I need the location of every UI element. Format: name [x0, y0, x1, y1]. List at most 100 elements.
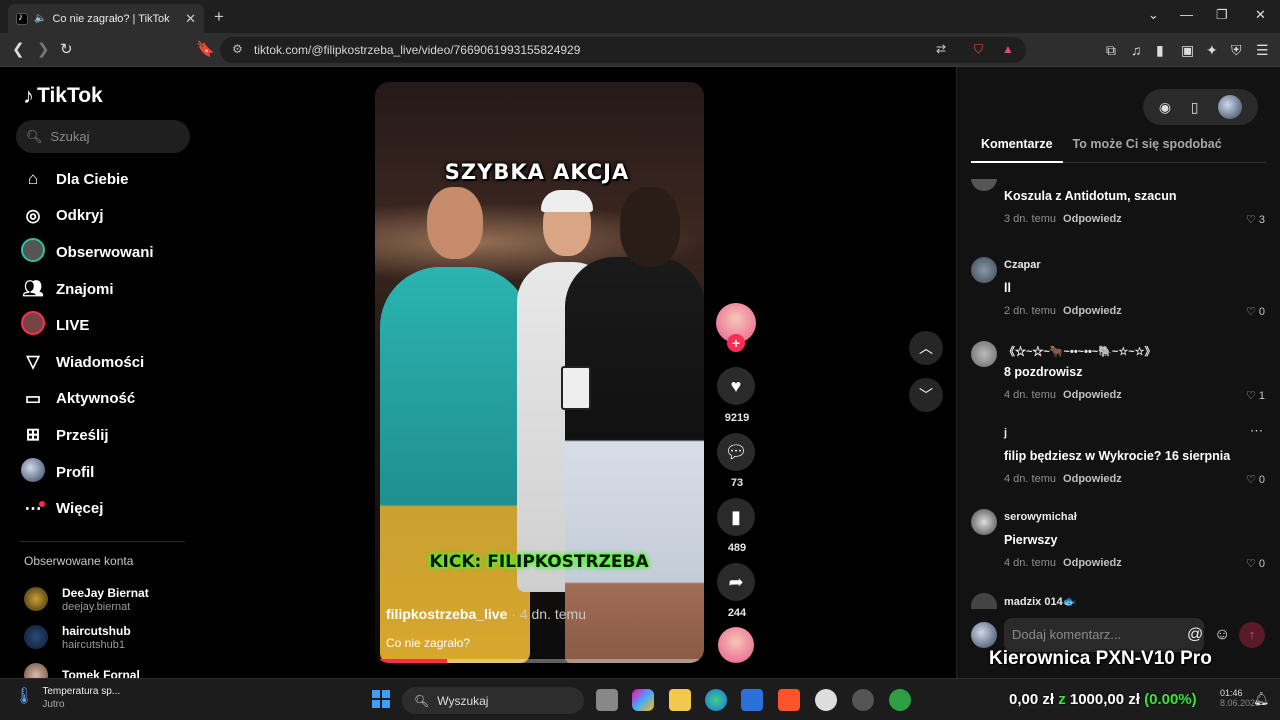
tiktok-logo[interactable]: ♪ TikTok: [23, 83, 103, 109]
media-icon[interactable]: ♫: [1131, 42, 1142, 58]
back-icon[interactable]: ❮: [12, 40, 25, 58]
comment-count: 73: [730, 477, 744, 489]
site-info-icon[interactable]: ⚙: [232, 42, 243, 56]
notification-bell-icon[interactable]: 🔔︎: [1253, 691, 1270, 707]
brave-shield-icon[interactable]: ⛉: [974, 42, 983, 57]
avatar[interactable]: [971, 509, 997, 535]
heart-outline-icon: ♡: [1245, 306, 1256, 318]
comment-user[interactable]: madzix 014🐟: [1004, 595, 1076, 608]
sidebar-item-live[interactable]: LIVE: [20, 307, 200, 344]
bookmark-icon[interactable]: 🔖: [196, 40, 215, 58]
sidebar-item-activity[interactable]: ▭ Aktywność: [20, 381, 200, 418]
emoji-icon[interactable]: ☺: [1214, 626, 1230, 644]
follow-plus-icon[interactable]: +: [727, 334, 745, 352]
wallet-icon[interactable]: ▣: [1181, 42, 1194, 59]
sidebar-item-explore[interactable]: ◎ Odkryj: [20, 198, 200, 235]
comment-like[interactable]: ♡ 3: [1246, 213, 1265, 226]
explore-icon[interactable]: ◉: [1159, 99, 1171, 116]
comment-like[interactable]: ♡ 0: [1246, 473, 1265, 486]
search-input[interactable]: 🔍︎ Szukaj: [16, 120, 190, 153]
mention-icon[interactable]: @: [1187, 626, 1203, 644]
vpn-icon[interactable]: ⛨: [1231, 42, 1242, 59]
share-count: 244: [727, 607, 747, 619]
followed-account[interactable]: haircutshub haircutshub1: [24, 618, 199, 656]
comment-input[interactable]: Dodaj komentarz...: [1004, 618, 1204, 652]
reply-button[interactable]: Odpowiedz: [1063, 389, 1122, 401]
store-icon[interactable]: [741, 689, 763, 711]
tab-list-chevron-icon[interactable]: ⌄: [1148, 7, 1159, 23]
reply-button[interactable]: Odpowiedz: [1063, 305, 1122, 317]
comment-like[interactable]: ♡ 1: [1246, 389, 1265, 402]
like-button[interactable]: ♥: [717, 367, 755, 405]
avatar[interactable]: [971, 593, 997, 609]
device-icon[interactable]: ▯: [1191, 99, 1199, 116]
send-comment-button[interactable]: ↑: [1239, 622, 1265, 648]
steam-icon[interactable]: [815, 689, 837, 711]
taskbar-search[interactable]: 🔍︎ Wyszukaj: [402, 687, 584, 714]
edge-icon[interactable]: [705, 689, 727, 711]
comment-user[interactable]: Czapar: [1004, 259, 1041, 271]
task-view-icon[interactable]: [596, 689, 618, 711]
new-tab-button[interactable]: +: [214, 7, 224, 27]
comment-item: Czapar ll 2 dn. temu Odpowiedz ♡ 0: [971, 257, 1267, 337]
video-author[interactable]: filipkostrzeba_live · 4 dn. temu: [386, 606, 586, 622]
avatar[interactable]: [971, 257, 997, 283]
next-video-button[interactable]: ﹀: [909, 378, 943, 412]
tab-close-icon[interactable]: ✕: [185, 11, 196, 27]
share-button[interactable]: ➦: [717, 563, 755, 601]
reply-button[interactable]: Odpowiedz: [1063, 473, 1122, 485]
previous-video-button[interactable]: ︿: [909, 331, 943, 365]
forward-icon[interactable]: ❯: [37, 40, 50, 58]
sidebar-item-following[interactable]: Obserwowani: [20, 234, 200, 271]
browser-tab[interactable]: 🔈 Co nie zagrało? | TikTok ✕: [8, 4, 204, 33]
reply-button[interactable]: Odpowiedz: [1063, 213, 1122, 225]
file-explorer-icon[interactable]: [669, 689, 691, 711]
comment-user[interactable]: serowymichał: [1004, 511, 1077, 523]
minimize-icon[interactable]: —: [1180, 7, 1193, 22]
menu-icon[interactable]: ☰: [1256, 42, 1269, 59]
comment-like[interactable]: ♡ 0: [1246, 557, 1265, 570]
comment-button[interactable]: 💬︎: [717, 433, 755, 471]
comment-user[interactable]: j: [1004, 427, 1007, 439]
sidebar-icon[interactable]: ▮: [1156, 42, 1164, 59]
comment-like-count: 0: [1258, 558, 1265, 570]
maximize-icon[interactable]: ❐: [1216, 7, 1228, 23]
save-button[interactable]: ▮: [717, 498, 755, 536]
sidebar-item-more[interactable]: ⋯ Więcej: [20, 490, 200, 527]
start-button[interactable]: [372, 690, 390, 708]
share-icon: ➦: [728, 571, 744, 592]
followed-account[interactable]: DeeJay Biernat deejay.biernat: [24, 580, 199, 618]
sidebar-item-upload[interactable]: ⊞ Prześlij: [20, 417, 200, 454]
comment-time: 4 dn. temu: [1004, 389, 1056, 401]
reload-icon[interactable]: ↻: [60, 40, 73, 58]
ai-assistant-icon[interactable]: ✦: [1206, 42, 1218, 59]
profile-avatar[interactable]: [1218, 95, 1243, 119]
translate-icon[interactable]: ⇄: [936, 42, 946, 56]
sidebar-item-friends[interactable]: 👥︎ Znajomi: [20, 271, 200, 308]
tab-suggested[interactable]: To może Ci się spodobać: [1063, 137, 1232, 163]
brave-rewards-icon[interactable]: ▲: [1002, 42, 1014, 56]
chatgpt-icon[interactable]: [852, 689, 874, 711]
address-bar[interactable]: ⚙ tiktok.com/@filipkostrzeba_live/video/…: [220, 37, 1026, 63]
avatar[interactable]: [971, 341, 997, 367]
avatar[interactable]: [971, 425, 997, 451]
weather-widget[interactable]: 🌡︎ Temperatura sp... Jutro: [14, 686, 120, 710]
comment-time: 3 dn. temu: [1004, 213, 1056, 225]
video-progress-bar[interactable]: [375, 659, 704, 663]
sidebar-item-for-you[interactable]: ⌂ Dla Ciebie: [20, 161, 200, 198]
extensions-icon[interactable]: ⧉: [1106, 42, 1116, 59]
xbox-icon[interactable]: [889, 689, 911, 711]
brave-icon[interactable]: [778, 689, 800, 711]
window-close-icon[interactable]: ✕: [1255, 7, 1266, 23]
sidebar-item-messages[interactable]: ▽ Wiadomości: [20, 344, 200, 381]
video-player[interactable]: SZYBKA AKCJA KICK: FILIPKOSTRZEBA filipk…: [375, 82, 704, 663]
sound-avatar[interactable]: [718, 627, 754, 663]
avatar[interactable]: [971, 179, 997, 191]
comment-user[interactable]: 《☆~☆~🐂~••~••~🐘~☆~☆》: [1004, 343, 1156, 359]
tab-comments[interactable]: Komentarze: [971, 137, 1063, 163]
sidebar-item-profile[interactable]: Profil: [20, 454, 200, 491]
reply-button[interactable]: Odpowiedz: [1063, 557, 1122, 569]
copilot-icon[interactable]: [632, 689, 654, 711]
comment-like[interactable]: ♡ 0: [1246, 305, 1265, 318]
more-options-icon[interactable]: ⋯: [1250, 423, 1263, 439]
